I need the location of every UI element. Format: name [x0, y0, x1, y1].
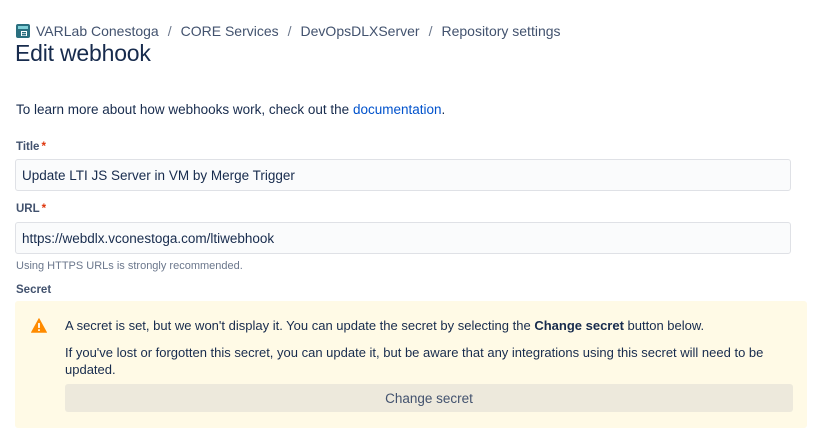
- title-label: Title *: [16, 141, 46, 153]
- title-label-text: Title: [16, 141, 40, 153]
- url-label-text: URL: [16, 203, 40, 215]
- url-helper-text: Using HTTPS URLs is strongly recommended…: [16, 260, 243, 272]
- repository-icon: [16, 24, 30, 38]
- secret-notice-line1: A secret is set, but we won't display it…: [65, 318, 704, 333]
- breadcrumb-separator: /: [428, 23, 433, 39]
- secret-notice-line1-before: A secret is set, but we won't display it…: [65, 318, 535, 333]
- warning-icon: [31, 318, 47, 333]
- breadcrumb: VARLab Conestoga / CORE Services / DevOp…: [16, 21, 561, 41]
- secret-label: Secret: [16, 284, 52, 296]
- breadcrumb-separator: /: [167, 23, 172, 39]
- breadcrumb-repository[interactable]: DevOpsDLXServer: [301, 23, 420, 39]
- breadcrumb-workspace[interactable]: VARLab Conestoga: [36, 23, 159, 39]
- title-input[interactable]: [15, 159, 791, 191]
- required-marker: *: [41, 203, 47, 215]
- url-input[interactable]: [15, 222, 791, 254]
- secret-notice-bold: Change secret: [534, 318, 624, 333]
- intro-text-after: .: [441, 102, 446, 117]
- breadcrumb-separator: /: [287, 23, 292, 39]
- secret-warning-panel: A secret is set, but we won't display it…: [15, 301, 807, 428]
- intro-text: To learn more about how webhooks work, c…: [16, 102, 445, 117]
- change-secret-button[interactable]: Change secret: [65, 384, 793, 412]
- intro-text-before: To learn more about how webhooks work, c…: [16, 102, 353, 117]
- url-label: URL *: [16, 203, 46, 215]
- secret-notice-line1-after: button below.: [623, 318, 705, 333]
- page-title: Edit webhook: [15, 40, 151, 66]
- required-marker: *: [41, 141, 46, 153]
- secret-notice-line2: If you've lost or forgotten this secret,…: [65, 345, 764, 377]
- breadcrumb-repository-settings[interactable]: Repository settings: [441, 23, 560, 39]
- breadcrumb-project[interactable]: CORE Services: [181, 23, 279, 39]
- documentation-link[interactable]: documentation: [353, 102, 442, 117]
